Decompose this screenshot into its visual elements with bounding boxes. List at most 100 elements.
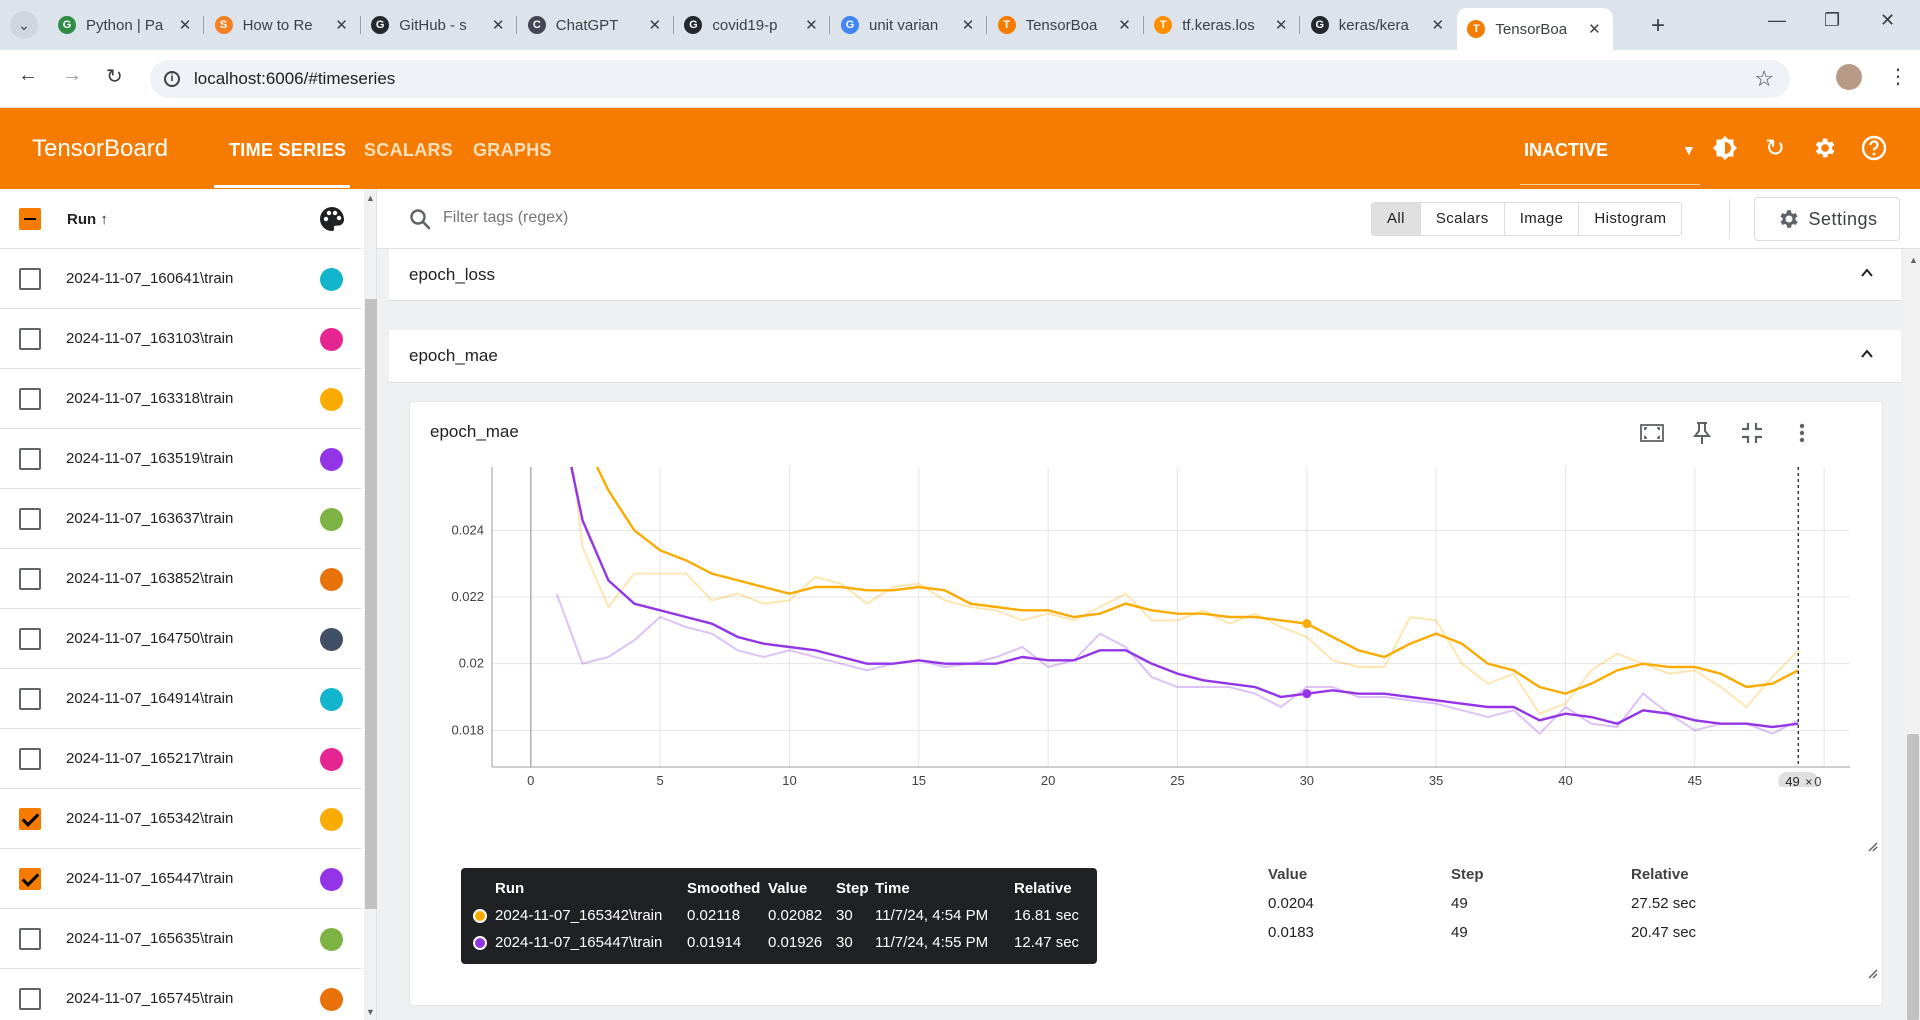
group-epoch-loss[interactable]: epoch_loss	[389, 249, 1901, 301]
browser-tab[interactable]: C ChatGPT ✕	[518, 8, 674, 42]
profile-avatar[interactable]	[1836, 64, 1862, 90]
tab-close-icon[interactable]: ✕	[333, 16, 351, 34]
browser-tab[interactable]: G Python | Pa ✕	[48, 8, 204, 42]
run-row[interactable]: 2024-11-07_163852\train	[0, 549, 362, 609]
bookmark-star-icon[interactable]: ☆	[1754, 66, 1774, 92]
run-checkbox[interactable]	[19, 328, 41, 350]
browser-tab[interactable]: Ttf.keras.los ✕	[1144, 8, 1301, 42]
resize-handle-icon[interactable]	[1867, 841, 1879, 853]
pin-icon[interactable]	[1687, 418, 1717, 448]
type-scalars-button[interactable]: Scalars	[1419, 203, 1504, 235]
run-color-swatch[interactable]	[320, 448, 343, 471]
browser-tab[interactable]: T TensorBoa ✕	[988, 8, 1144, 42]
run-checkbox[interactable]	[19, 388, 41, 410]
resize-handle-icon[interactable]	[1867, 968, 1879, 980]
nav-graphs[interactable]: GRAPHS	[473, 140, 552, 161]
address-bar[interactable]: i localhost:6006/#timeseries ☆	[150, 60, 1790, 98]
dropdown-arrow-icon[interactable]: ▼	[1682, 142, 1696, 158]
browser-tab[interactable]: Gkeras/kera ✕	[1301, 8, 1457, 42]
run-checkbox[interactable]	[19, 448, 41, 470]
fit-domain-icon[interactable]	[1637, 418, 1667, 448]
line-chart[interactable]: 0 5 10 15 20 25 30 35 40 45 0.018 0.02 0.022 0.024 49 ×…	[410, 457, 1884, 787]
hover-step-close-icon[interactable]: ×	[1805, 775, 1812, 787]
site-info-icon[interactable]: i	[164, 71, 180, 87]
browser-menu-icon[interactable]: ⋮	[1888, 64, 1908, 89]
select-all-checkbox[interactable]	[19, 208, 41, 230]
browser-tab[interactable]: S How to Re ✕	[205, 8, 361, 42]
run-checkbox[interactable]	[19, 628, 41, 650]
run-row[interactable]: 2024-11-07_165745\train	[0, 969, 362, 1020]
filter-tags-input[interactable]	[443, 209, 1043, 227]
run-color-swatch[interactable]	[320, 388, 343, 411]
run-checkbox[interactable]	[19, 928, 41, 950]
run-color-swatch[interactable]	[320, 328, 343, 351]
type-all-button[interactable]: All	[1372, 203, 1420, 235]
run-color-swatch[interactable]	[320, 628, 343, 651]
refresh-icon[interactable]: ↻	[1761, 134, 1789, 162]
run-checkbox[interactable]	[19, 688, 41, 710]
tab-close-icon[interactable]: ✕	[1272, 16, 1290, 34]
run-checkbox[interactable]	[19, 508, 41, 530]
run-color-swatch[interactable]	[320, 988, 343, 1011]
run-row[interactable]: 2024-11-07_165217\train	[0, 729, 362, 789]
scroll-down-arrow-icon[interactable]: ▼	[366, 1007, 375, 1017]
table-header[interactable]: Relative	[1631, 866, 1689, 883]
run-checkbox[interactable]	[19, 268, 41, 290]
tab-close-icon[interactable]: ✕	[1429, 16, 1447, 34]
run-checkbox[interactable]	[19, 868, 41, 890]
browser-tab[interactable]: T TensorBoa ✕	[1457, 8, 1614, 50]
palette-icon[interactable]	[318, 205, 346, 233]
browser-tab[interactable]: G GitHub - s ✕	[361, 8, 518, 42]
run-color-swatch[interactable]	[320, 268, 343, 291]
run-color-swatch[interactable]	[320, 868, 343, 891]
run-color-swatch[interactable]	[320, 748, 343, 771]
run-row[interactable]: 2024-11-07_163519\train	[0, 429, 362, 489]
run-color-swatch[interactable]	[320, 688, 343, 711]
nav-scalars[interactable]: SCALARS	[364, 140, 453, 161]
run-row[interactable]: 2024-11-07_165635\train	[0, 909, 362, 969]
settings-gear-icon[interactable]	[1810, 134, 1838, 162]
type-histogram-button[interactable]: Histogram	[1578, 203, 1682, 235]
run-checkbox[interactable]	[19, 748, 41, 770]
tab-search-chevron-icon[interactable]: ⌄	[10, 11, 38, 39]
group-epoch-mae[interactable]: epoch_mae	[389, 330, 1901, 383]
main-scrollbar-thumb[interactable]	[1907, 734, 1919, 1020]
tab-close-icon[interactable]: ✕	[176, 16, 194, 34]
run-color-swatch[interactable]	[320, 928, 343, 951]
settings-button[interactable]: Settings	[1754, 197, 1900, 241]
run-row[interactable]: 2024-11-07_165447\train	[0, 849, 362, 909]
collapse-icon[interactable]	[1737, 418, 1767, 448]
tab-close-icon[interactable]: ✕	[959, 16, 977, 34]
sidebar-scrollbar-thumb[interactable]	[365, 299, 377, 909]
more-vert-icon[interactable]	[1787, 418, 1817, 448]
window-close-icon[interactable]: ✕	[1880, 10, 1895, 31]
tab-close-icon[interactable]: ✕	[802, 16, 820, 34]
run-checkbox[interactable]	[19, 568, 41, 590]
run-row[interactable]: 2024-11-07_160641\train	[0, 249, 362, 309]
scroll-up-arrow-icon[interactable]: ▲	[366, 193, 375, 203]
run-row[interactable]: 2024-11-07_164750\train	[0, 609, 362, 669]
table-header[interactable]: Value	[1268, 866, 1307, 883]
back-arrow-icon[interactable]: ←	[18, 64, 38, 87]
tab-close-icon[interactable]: ✕	[1116, 16, 1134, 34]
run-column-header[interactable]: Run ↑	[67, 211, 108, 228]
run-row[interactable]: 2024-11-07_165342\train	[0, 789, 362, 849]
dark-mode-icon[interactable]	[1711, 134, 1739, 162]
run-row[interactable]: 2024-11-07_163103\train	[0, 309, 362, 369]
reload-icon[interactable]: ↻	[106, 64, 123, 89]
browser-tab[interactable]: Gcovid19-p ✕	[674, 8, 831, 42]
minimize-icon[interactable]: —	[1768, 10, 1786, 31]
plugin-selector[interactable]: INACTIVE	[1524, 140, 1608, 161]
browser-tab[interactable]: Gunit varian ✕	[831, 8, 987, 42]
table-header[interactable]: Step	[1451, 866, 1484, 883]
run-row[interactable]: 2024-11-07_163637\train	[0, 489, 362, 549]
run-color-swatch[interactable]	[320, 508, 343, 531]
chevron-up-icon[interactable]	[1859, 265, 1875, 281]
nav-time-series[interactable]: TIME SERIES	[229, 140, 346, 161]
restore-icon[interactable]: ❐	[1824, 10, 1840, 31]
tab-close-icon[interactable]: ✕	[646, 16, 664, 34]
run-checkbox[interactable]	[19, 808, 41, 830]
type-image-button[interactable]: Image	[1503, 203, 1579, 235]
tab-close-icon[interactable]: ✕	[1585, 20, 1603, 38]
run-color-swatch[interactable]	[320, 808, 343, 831]
